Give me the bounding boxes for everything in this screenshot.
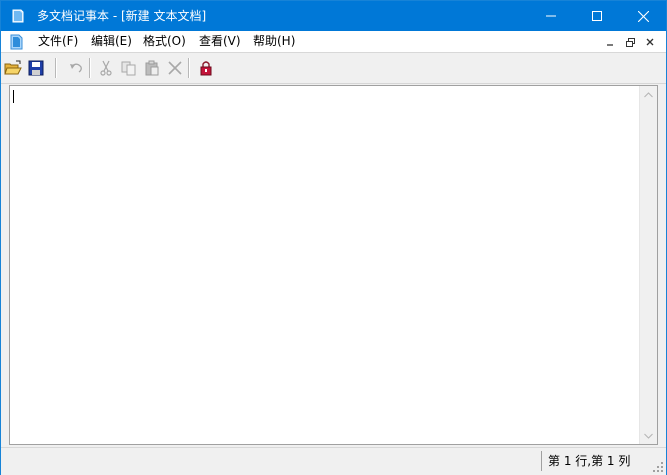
menu-format[interactable]: 格式(O): [140, 31, 189, 52]
paste-button[interactable]: [143, 59, 161, 77]
document-text-input[interactable]: [10, 86, 640, 444]
cursor-position-status: 第 1 行,第 1 列: [541, 451, 641, 471]
cut-icon: [100, 60, 112, 76]
toolbar-separator: [55, 58, 57, 78]
restore-icon: [625, 37, 635, 47]
vertical-scrollbar[interactable]: [639, 86, 657, 444]
copy-icon: [121, 61, 136, 76]
delete-icon: [168, 61, 182, 75]
menu-file[interactable]: 文件(F): [35, 31, 81, 52]
undo-icon: [70, 63, 82, 73]
delete-button[interactable]: [166, 59, 184, 77]
menu-help[interactable]: 帮助(H): [250, 31, 298, 52]
close-icon: [637, 10, 649, 22]
save-button[interactable]: [27, 59, 45, 77]
text-caret: [13, 90, 14, 103]
document-icon[interactable]: [8, 34, 24, 50]
cut-button[interactable]: [97, 59, 115, 77]
lock-icon: [200, 61, 212, 76]
minimize-button[interactable]: [528, 1, 574, 31]
open-folder-icon: [4, 60, 22, 75]
status-bar: 第 1 行,第 1 列: [1, 447, 666, 475]
lock-button[interactable]: [197, 59, 215, 77]
chevron-down-icon: [644, 433, 653, 439]
chevron-up-icon: [644, 91, 653, 97]
window-title: 多文档记事本 - [新建 文本文档]: [37, 9, 207, 23]
minimize-icon: [546, 15, 556, 17]
save-icon: [28, 60, 44, 76]
paste-icon: [145, 60, 159, 76]
menu-view[interactable]: 查看(V): [196, 31, 244, 52]
close-icon: [646, 38, 654, 46]
child-minimize-button[interactable]: [602, 34, 618, 50]
child-close-button[interactable]: [642, 34, 658, 50]
copy-button[interactable]: [120, 59, 138, 77]
text-editor-area[interactable]: [9, 85, 658, 445]
main-window: 多文档记事本 - [新建 文本文档] 文件(F) 编辑(E) 格式(O) 查看(…: [0, 0, 667, 475]
undo-button[interactable]: [67, 59, 85, 77]
toolbar-separator: [188, 58, 190, 78]
scroll-down-button[interactable]: [640, 427, 657, 444]
maximize-icon: [592, 11, 602, 21]
notepad-app-icon[interactable]: [10, 8, 26, 24]
menu-edit[interactable]: 编辑(E): [88, 31, 135, 52]
toolbar: [1, 53, 666, 84]
maximize-button[interactable]: [574, 1, 620, 31]
scroll-up-button[interactable]: [640, 86, 657, 103]
child-restore-button[interactable]: [622, 34, 638, 50]
toolbar-separator: [89, 58, 91, 78]
title-bar[interactable]: 多文档记事本 - [新建 文本文档]: [1, 1, 666, 31]
resize-grip-icon[interactable]: [652, 461, 664, 473]
menu-bar: 文件(F) 编辑(E) 格式(O) 查看(V) 帮助(H): [1, 31, 666, 53]
open-button[interactable]: [4, 59, 22, 77]
close-button[interactable]: [620, 1, 666, 31]
minimize-icon: [607, 44, 613, 46]
